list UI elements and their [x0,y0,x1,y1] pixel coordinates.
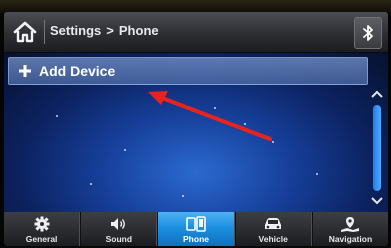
home-button[interactable] [10,17,40,47]
add-device-button[interactable]: Add Device [8,57,368,85]
add-device-label: Add Device [39,63,116,79]
home-icon [13,21,37,43]
chevron-up-icon [371,90,383,98]
device-list-panel: Add Device [4,53,388,212]
tab-sound-label: Sound [105,233,133,244]
tab-phone-label: Phone [183,233,209,244]
background-star [214,107,216,109]
tab-vehicle-label: Vehicle [258,233,288,244]
infotainment-screen: Settings > Phone Add Device General Soun… [4,12,388,246]
background-star [124,149,126,151]
background-star [316,173,318,175]
header-divider [44,20,45,44]
tab-general[interactable]: General [4,212,81,246]
phone-icon [186,215,206,233]
breadcrumb-settings[interactable]: Settings [50,23,101,38]
background-star [182,195,184,197]
gear-icon [34,215,50,233]
speaker-icon [110,215,128,233]
tab-phone[interactable]: Phone [157,212,235,246]
scroll-up-button[interactable] [370,87,384,101]
scrollbar-track[interactable] [373,105,381,191]
breadcrumb: Settings > Phone [50,23,159,38]
background-star [90,183,92,185]
background-star [244,123,246,125]
car-icon [263,215,283,233]
breadcrumb-separator: > [106,23,114,38]
bottom-nav: General Sound Phone Vehicle Navigation [4,212,388,246]
tab-navigation[interactable]: Navigation [311,212,388,246]
scrollbar-thumb[interactable] [373,105,381,191]
header-bar: Settings > Phone [4,12,388,53]
scroll-down-button[interactable] [370,194,384,208]
tab-general-label: General [25,233,58,244]
breadcrumb-phone: Phone [118,23,159,38]
navigation-icon [340,215,360,233]
background-star [272,141,274,143]
bluetooth-icon [363,25,373,41]
tab-navigation-label: Navigation [328,233,373,244]
tab-sound[interactable]: Sound [80,212,158,246]
background-star [56,115,58,117]
bluetooth-button[interactable] [354,17,382,49]
tab-vehicle[interactable]: Vehicle [234,212,312,246]
plus-icon [19,65,31,77]
chevron-down-icon [371,197,383,205]
